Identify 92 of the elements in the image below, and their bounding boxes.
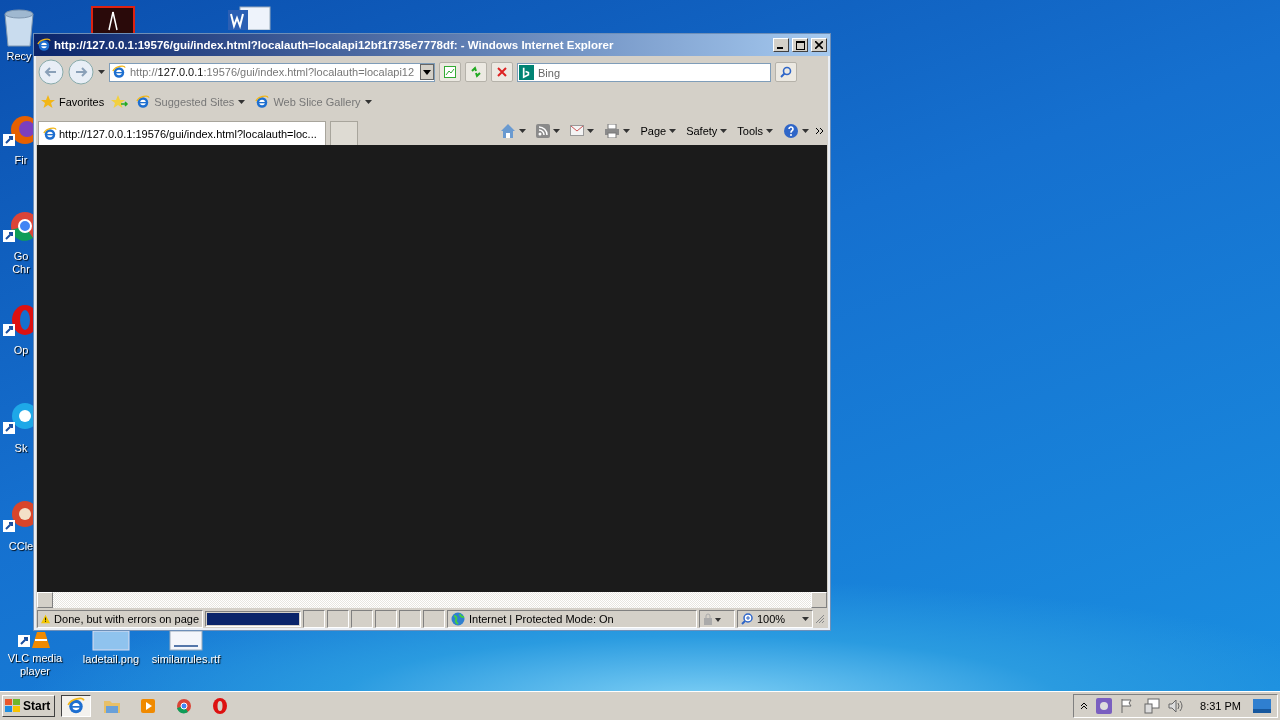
clock: 8:31 PM <box>1200 700 1241 712</box>
refresh-button[interactable] <box>465 62 487 82</box>
status-pane <box>327 610 349 628</box>
favorites-button[interactable]: Favorites <box>38 95 108 109</box>
status-pane <box>303 610 325 628</box>
traffic-cone-icon <box>18 632 52 650</box>
tray-app-icon[interactable] <box>1096 698 1113 714</box>
taskbar-app-button[interactable] <box>61 695 92 717</box>
caret-icon <box>364 100 372 104</box>
caret-icon <box>802 128 809 133</box>
help-icon <box>783 122 799 139</box>
caret-icon <box>669 128 677 133</box>
refresh-icon <box>470 66 482 78</box>
status-pane <box>351 610 373 628</box>
caret-icon <box>623 128 631 133</box>
desktop-icon-label[interactable]: similarrules.rtf <box>151 653 221 666</box>
caret-icon <box>720 128 728 133</box>
show-hidden-icons-button[interactable] <box>1080 702 1089 710</box>
resize-grip-icon <box>815 614 825 624</box>
browser-e-icon <box>136 95 151 109</box>
mail-icon <box>570 125 585 136</box>
feed-icon <box>536 123 551 138</box>
menu-button[interactable]: Tools <box>734 124 776 137</box>
address-field[interactable]: http://127.0.0.1:19576/gui/index.html?localauth=localapi12 <box>109 62 435 82</box>
zoom-level: 100% <box>757 613 786 625</box>
windows-logo-icon <box>5 699 21 713</box>
window-title: http://127.0.0.1:19576/gui/index.html?localauth=localapi12bf1f735e7778df: - Windows Internet Explorer <box>54 39 615 51</box>
chrome-icon <box>176 698 193 714</box>
browser-e-icon <box>112 65 126 79</box>
menu-button[interactable]: Safety <box>683 124 731 137</box>
desktop-icon-label[interactable]: Go Chr <box>12 250 30 276</box>
caret-icon <box>238 100 246 104</box>
desktop-icon-label[interactable]: Fir <box>14 154 28 167</box>
menu-button[interactable]: Page <box>637 124 680 137</box>
caret-icon <box>553 128 561 133</box>
zoom-control[interactable]: 100% <box>737 610 813 628</box>
horizontal-scrollbar[interactable] <box>37 592 827 608</box>
compatibility-button[interactable] <box>439 62 461 82</box>
opera-icon <box>212 697 229 715</box>
desktop-icon-label[interactable]: CCle <box>8 540 34 553</box>
caret-icon <box>519 128 527 133</box>
caret-icon <box>98 70 105 74</box>
desktop-icon-label[interactable]: Sk <box>14 442 28 455</box>
globe-icon <box>451 612 465 626</box>
minimize-button[interactable] <box>773 38 789 52</box>
search-icon <box>780 66 792 78</box>
status-pane <box>399 610 421 628</box>
browser-tab[interactable]: http://127.0.0.1:19576/gui/index.html?localauth=loc... <box>38 121 326 145</box>
scroll-left-button[interactable] <box>37 592 53 608</box>
text-file-icon <box>166 631 206 651</box>
recycle-bin-icon <box>1 8 37 48</box>
security-zone: Internet | Protected Mode: On <box>469 613 614 625</box>
start-button[interactable]: Start <box>2 695 56 717</box>
stop-button[interactable] <box>491 62 513 82</box>
back-button[interactable] <box>38 59 64 85</box>
stop-icon <box>497 67 507 77</box>
desktop-icon-label[interactable]: ladetail.png <box>82 653 140 666</box>
dropdown-icon <box>420 64 434 80</box>
home-icon <box>500 122 517 139</box>
status-pane <box>375 610 397 628</box>
star-icon <box>41 95 55 109</box>
forward-button[interactable] <box>68 59 94 85</box>
browser-e-icon <box>255 95 270 109</box>
word-document-icon <box>226 6 272 30</box>
printer-icon <box>604 123 621 138</box>
desktop-icon-label[interactable]: Recy <box>6 50 32 63</box>
scroll-right-button[interactable] <box>811 592 827 608</box>
network-icon[interactable] <box>1144 698 1161 714</box>
warning-icon <box>41 613 51 625</box>
search-field[interactable]: Bing <box>517 63 771 82</box>
search-button[interactable] <box>775 62 797 82</box>
desktop-icon-label[interactable]: VLC media player <box>7 652 63 678</box>
media-player-icon <box>140 698 157 714</box>
browser-e-icon <box>43 126 57 141</box>
lock-icon[interactable] <box>703 613 721 625</box>
browser-e-icon <box>37 38 51 52</box>
chevron-icon[interactable] <box>816 126 824 135</box>
close-button[interactable] <box>811 38 827 52</box>
status-message: Done, but with errors on page <box>54 613 199 625</box>
zoom-icon <box>741 613 753 625</box>
speaker-icon[interactable] <box>1168 699 1185 713</box>
maximize-icon <box>795 40 805 50</box>
page-chart-icon <box>444 66 456 78</box>
browser-e-icon <box>67 697 86 715</box>
close-icon <box>815 41 823 49</box>
status-pane <box>423 610 445 628</box>
folder-icon <box>103 698 122 714</box>
caret-icon <box>587 128 595 133</box>
desktop-icon-label[interactable]: Op <box>13 344 29 357</box>
caret-icon <box>766 128 773 133</box>
caret-icon <box>802 617 809 621</box>
maximize-button[interactable] <box>792 38 808 52</box>
